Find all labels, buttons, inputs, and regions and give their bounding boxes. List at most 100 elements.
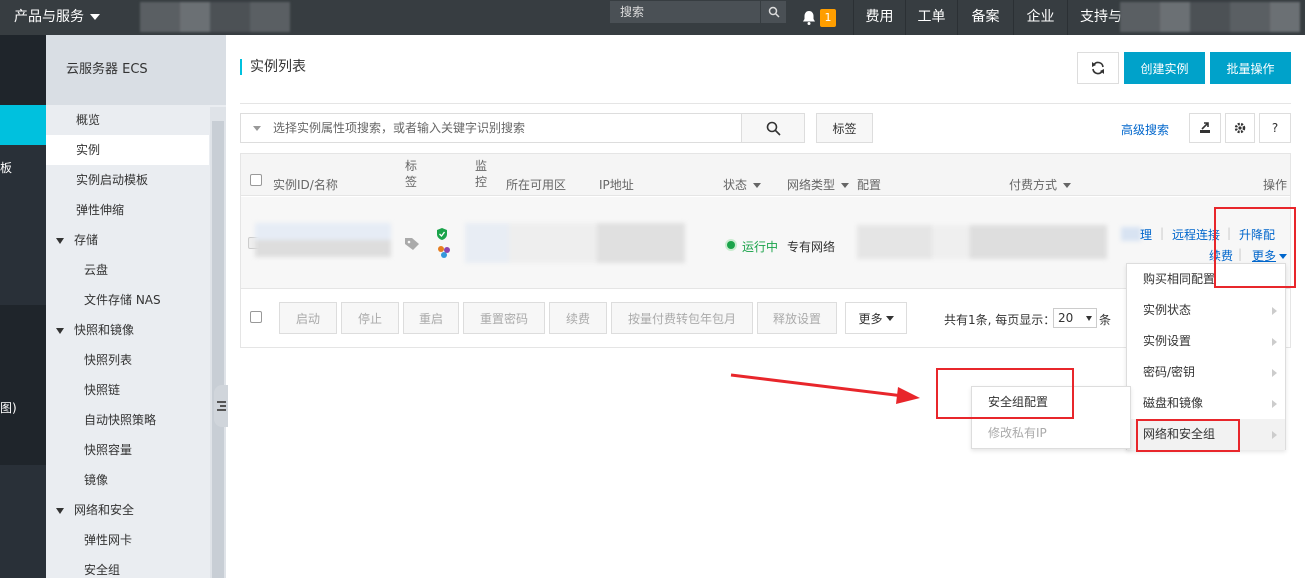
sidebar-item-label: 实例: [76, 143, 101, 157]
sidebar-item-auto-snapshot[interactable]: 自动快照策略: [46, 405, 209, 435]
instance-search-input[interactable]: 选择实例属性项搜索，或者输入关键字识别搜索: [240, 113, 742, 143]
sidebar-item-disks[interactable]: 云盘: [46, 255, 209, 285]
redacted-instance-id: [255, 223, 391, 257]
menu-item-disks-images[interactable]: 磁盘和镜像: [1127, 388, 1285, 419]
sidebar-item-nas[interactable]: 文件存储 NAS: [46, 285, 209, 315]
header-id-name: 实例ID/名称: [273, 178, 338, 192]
start-button[interactable]: 启动: [279, 302, 337, 334]
rail-label[interactable]: 图): [0, 399, 17, 416]
sidebar-item-launch-templates[interactable]: 实例启动模板: [46, 165, 209, 195]
highlight-box: [1214, 207, 1296, 288]
page-size-select[interactable]: 20: [1053, 308, 1097, 328]
refresh-button[interactable]: [1077, 52, 1119, 84]
scrollbar-thumb[interactable]: [212, 121, 224, 578]
header-zone: 所在可用区: [506, 178, 567, 192]
menu-item-instance-status[interactable]: 实例状态: [1127, 295, 1285, 326]
select-all-checkbox[interactable]: [250, 174, 262, 186]
bulk-more-button[interactable]: 更多: [845, 302, 907, 334]
release-settings-button[interactable]: 释放设置: [757, 302, 837, 334]
remote-connect-link[interactable]: 远程连接: [1172, 226, 1220, 243]
chevron-right-icon: [1272, 431, 1277, 439]
sidebar-group-label: 网络和安全: [74, 503, 135, 517]
sidebar-group-network[interactable]: 网络和安全: [46, 495, 209, 525]
help-icon: ?: [1271, 121, 1279, 135]
sidebar-item-label: 快照列表: [84, 353, 133, 367]
sidebar-item-snapshot-list[interactable]: 快照列表: [46, 345, 209, 375]
sidebar-item-snapshot-chain[interactable]: 快照链: [46, 375, 209, 405]
sidebar-item-instances[interactable]: 实例: [46, 135, 209, 165]
rail-section: [0, 35, 46, 105]
sidebar-item-autoscaling[interactable]: 弹性伸缩: [46, 195, 209, 225]
menu-item-instance-settings[interactable]: 实例设置: [1127, 326, 1285, 357]
nav-support[interactable]: 支持与服务: [1067, 0, 1127, 35]
caret-down-icon: [56, 237, 64, 244]
search-icon[interactable]: [760, 1, 786, 23]
sidebar-item-overview[interactable]: 概览: [46, 105, 209, 135]
menu-item-password-keys[interactable]: 密码/密钥: [1127, 357, 1285, 388]
top-navbar: 产品与服务 搜索 1 费用 工单 备案 企业 支持与服务: [0, 0, 1305, 35]
global-search-input[interactable]: 搜索: [610, 1, 760, 23]
running-status-icon: [725, 239, 737, 251]
bell-icon: [803, 10, 815, 25]
batch-operations-button[interactable]: 批量操作: [1210, 52, 1291, 84]
caret-down-icon: [56, 507, 64, 514]
page-size-value: 20: [1058, 311, 1074, 325]
advanced-search-link[interactable]: 高级搜索: [1121, 121, 1169, 138]
nav-billing[interactable]: 费用: [853, 0, 905, 35]
sidebar-scrollbar[interactable]: [210, 107, 226, 578]
sidebar-item-eni[interactable]: 弹性网卡: [46, 525, 209, 555]
nav-enterprise[interactable]: 企业: [1013, 0, 1067, 35]
sidebar-item-label: 文件存储 NAS: [84, 293, 161, 307]
header-billing[interactable]: 付费方式: [1009, 176, 1072, 193]
tag-filter-button[interactable]: 标签: [816, 113, 873, 143]
convert-billing-button[interactable]: 按量付费转包年包月: [611, 302, 753, 334]
sidebar-item-label: 安全组: [84, 563, 121, 577]
rail-label[interactable]: 板: [0, 159, 12, 176]
reset-password-button[interactable]: 重置密码: [463, 302, 545, 334]
header-network[interactable]: 网络类型: [787, 176, 850, 193]
renew-button[interactable]: 续费: [549, 302, 607, 334]
product-rail: 板 图): [0, 35, 46, 578]
refresh-icon: [1092, 61, 1104, 75]
pager-unit: 条: [1099, 313, 1112, 327]
header-label: 网络类型: [787, 178, 836, 192]
menu-item-modify-private-ip[interactable]: 修改私有IP: [972, 418, 1130, 449]
manage-link[interactable]: 理: [1140, 226, 1152, 243]
status-text: 运行中: [742, 240, 779, 254]
nav-filing[interactable]: 备案: [957, 0, 1013, 35]
sidebar-item-images[interactable]: 镜像: [46, 465, 209, 495]
sidebar-item-label: 云盘: [84, 263, 109, 277]
stop-button[interactable]: 停止: [341, 302, 399, 334]
menu-item-label: 实例设置: [1143, 334, 1192, 348]
rail-item-active[interactable]: [0, 105, 46, 145]
highlight-box: [1136, 419, 1240, 452]
settings-button[interactable]: [1225, 113, 1255, 143]
search-button[interactable]: [741, 113, 805, 143]
search-icon: [766, 121, 781, 136]
tag-icon[interactable]: [404, 237, 420, 251]
network-type: 专有网络: [787, 240, 836, 254]
export-button[interactable]: [1189, 113, 1221, 143]
create-instance-button[interactable]: 创建实例: [1124, 52, 1205, 84]
sidebar-group-storage[interactable]: 存储: [46, 225, 209, 255]
sidebar-item-security-groups[interactable]: 安全组: [46, 555, 209, 578]
export-icon: [1200, 122, 1210, 133]
monitor-icon[interactable]: [437, 245, 451, 259]
divider: [240, 103, 1291, 104]
caret-down-icon: [1086, 316, 1092, 321]
sidebar-group-snapshots[interactable]: 快照和镜像: [46, 315, 209, 345]
sidebar-item-label: 快照容量: [84, 443, 133, 457]
header-tag: 标签: [405, 159, 418, 189]
products-menu[interactable]: 产品与服务: [14, 0, 120, 35]
redacted-action-link: [1121, 227, 1141, 241]
bulk-select-checkbox[interactable]: [250, 311, 262, 323]
menu-item-label: 密码/密钥: [1143, 365, 1196, 379]
nav-tickets[interactable]: 工单: [905, 0, 957, 35]
header-status[interactable]: 状态: [723, 176, 762, 193]
security-shield-icon[interactable]: [436, 227, 448, 241]
notifications-button[interactable]: 1: [802, 0, 836, 35]
help-button[interactable]: ?: [1259, 113, 1291, 143]
sidebar-item-label: 弹性伸缩: [76, 203, 125, 217]
restart-button[interactable]: 重启: [403, 302, 459, 334]
sidebar-item-snapshot-capacity[interactable]: 快照容量: [46, 435, 209, 465]
